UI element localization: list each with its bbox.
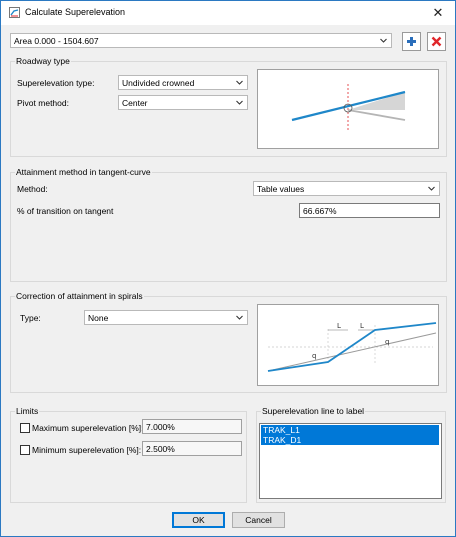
superelevation-line-list[interactable]: TRAK_L1 TRAK_D1	[259, 423, 442, 499]
chevron-down-icon	[428, 186, 435, 191]
chevron-down-icon	[236, 100, 243, 105]
superelevation-type-select[interactable]: Undivided crowned	[118, 75, 248, 90]
spiral-attainment-diagram: L L q q	[267, 322, 437, 372]
max-superelevation-checkbox[interactable]	[20, 423, 30, 433]
limits-label: Limits	[15, 406, 40, 417]
spiral-length-label-1: L	[337, 322, 341, 330]
list-item[interactable]: TRAK_L1	[261, 425, 439, 435]
min-superelevation-checkbox[interactable]	[20, 445, 30, 455]
method-value: Table values	[257, 184, 305, 194]
close-icon[interactable]: ✕	[421, 1, 455, 25]
crowned-section-diagram	[291, 84, 406, 132]
min-superelevation-input[interactable]: 2.500%	[142, 441, 242, 456]
max-superelevation-input[interactable]: 7.000%	[142, 419, 242, 434]
max-superelevation-value: 7.000%	[146, 422, 175, 432]
remove-area-button[interactable]	[427, 32, 446, 51]
chevron-down-icon	[236, 315, 243, 320]
label-lines-label: Superelevation line to label	[261, 406, 366, 417]
title-bar: Calculate Superelevation ✕	[1, 1, 455, 25]
chevron-down-icon	[380, 38, 387, 43]
superelevation-type-label: Superelevation type:	[17, 78, 95, 88]
add-area-button[interactable]	[402, 32, 421, 51]
window-title: Calculate Superelevation	[25, 7, 126, 17]
min-superelevation-label: Minimum superelevation [%]:	[32, 445, 142, 455]
list-item[interactable]: TRAK_D1	[261, 435, 439, 445]
max-superelevation-label: Maximum superelevation [%]:	[32, 423, 144, 433]
plus-icon	[407, 37, 416, 46]
ok-button[interactable]: OK	[172, 512, 225, 528]
cancel-button[interactable]: Cancel	[232, 512, 285, 528]
correction-type-select[interactable]: None	[84, 310, 248, 325]
area-select[interactable]: Area 0.000 - 1504.607	[10, 33, 392, 48]
calculate-superelevation-dialog: Calculate Superelevation ✕ Area 0.000 - …	[0, 0, 456, 537]
transition-on-tangent-input[interactable]: 66.667%	[299, 203, 440, 218]
correction-type-value: None	[88, 313, 109, 323]
correction-type-label: Type:	[20, 313, 41, 323]
pivot-method-value: Center	[122, 98, 148, 108]
method-label: Method:	[17, 184, 48, 194]
attainment-method-label: Attainment method in tangent-curve	[15, 167, 152, 178]
min-superelevation-value: 2.500%	[146, 444, 175, 454]
spiral-correction-label: Correction of attainment in spirals	[15, 291, 144, 302]
spiral-q-label-2: q	[385, 338, 389, 346]
roadway-type-label: Roadway type	[15, 56, 71, 67]
spiral-q-label-1: q	[312, 352, 316, 360]
spiral-correction-preview: L L q q	[257, 304, 439, 386]
transition-on-tangent-label: % of transition on tangent	[17, 206, 114, 216]
app-icon	[9, 7, 20, 18]
superelevation-type-value: Undivided crowned	[122, 78, 195, 88]
area-select-value: Area 0.000 - 1504.607	[14, 36, 99, 46]
x-icon	[431, 36, 442, 47]
pivot-method-label: Pivot method:	[17, 98, 69, 108]
spiral-length-label-2: L	[360, 322, 364, 330]
method-select[interactable]: Table values	[253, 181, 440, 196]
transition-on-tangent-value: 66.667%	[303, 206, 337, 216]
pivot-method-select[interactable]: Center	[118, 95, 248, 110]
roadway-type-preview	[257, 69, 439, 149]
chevron-down-icon	[236, 80, 243, 85]
